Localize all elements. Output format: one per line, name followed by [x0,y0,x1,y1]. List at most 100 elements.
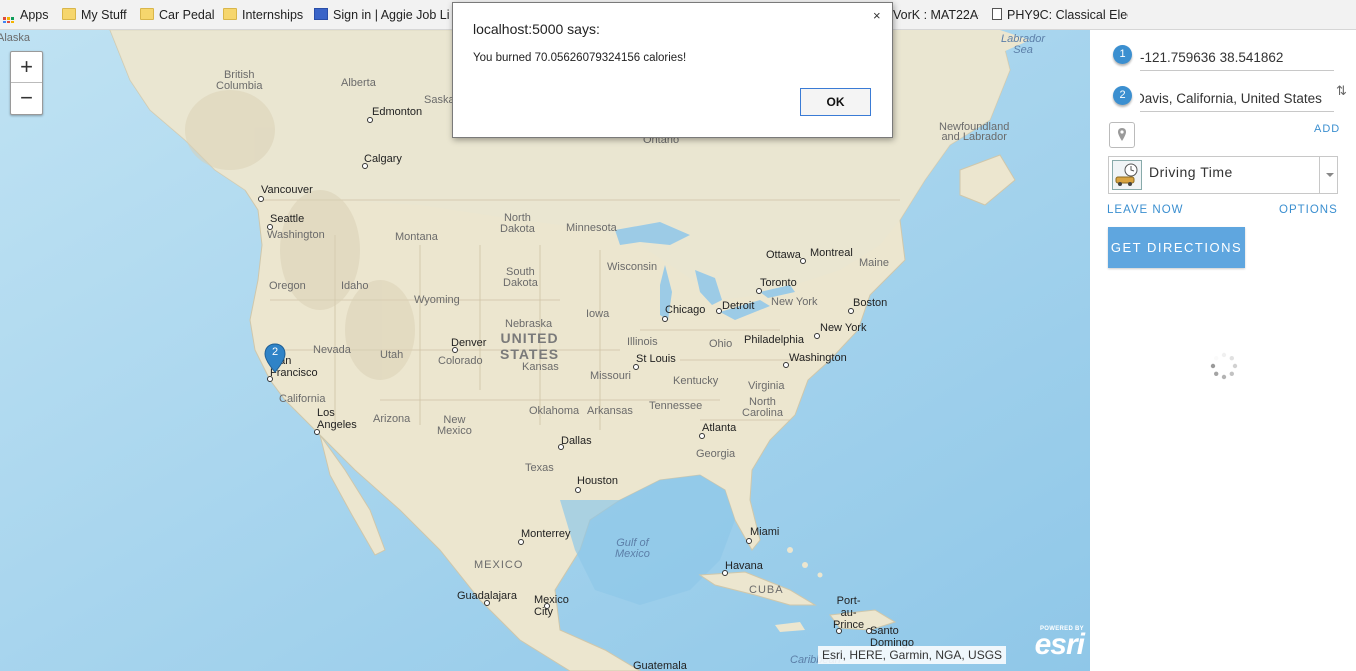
bookmark-label: PHY9C: Classical Elect [1007,8,1128,22]
region-label: North Dakota [500,212,535,235]
chevron-down-icon[interactable] [1319,157,1339,193]
country-label: MEXICO [474,559,524,571]
city-label: Guatemala [633,660,687,671]
region-label: Oregon [269,280,306,292]
region-label: Iowa [586,308,610,320]
region-label: Utah [380,349,404,361]
region-label: Oklahoma [529,405,580,417]
city-label: Los Angeles [317,407,357,431]
region-label: Georgia [696,448,736,460]
city-label: Calgary [364,153,402,165]
city-label: Atlanta [702,422,737,434]
region-label: Alaska [0,32,31,44]
driving-time-icon [1112,160,1142,190]
site-icon [314,8,328,20]
folder-icon [62,8,76,20]
location-pin-icon [1118,128,1126,141]
city-label: Ottawa [766,249,801,261]
add-stop-link[interactable]: ADD [1314,123,1340,135]
region-label: Wisconsin [607,261,658,273]
esri-brand-text: esri [1034,628,1085,661]
alert-dialog: localhost:5000 says: × You burned 70.056… [452,2,893,138]
get-directions-button[interactable]: GET DIRECTIONS [1108,227,1245,268]
route-stop-pin[interactable]: 2 [263,343,287,373]
bookmark-car-pedal[interactable]: Car Pedal [140,7,215,23]
folder-icon [140,8,154,20]
city-label: New York [820,322,867,334]
stop-badge: 1 [1113,45,1132,64]
city-label: Boston [853,297,888,309]
options-link[interactable]: OPTIONS [1279,204,1338,216]
region-label: Ohio [709,338,733,350]
page-icon [992,8,1002,20]
city-label: Detroit [722,300,755,312]
region-label: Newfoundland and Labrador [939,121,1010,143]
city-label: Dallas [561,435,592,447]
bookmark-mat22a[interactable]: VorK : MAT22A-F [893,7,979,23]
city-label: Havana [725,560,763,572]
stop-badge: 2 [1113,86,1132,105]
bookmark-apps[interactable]: Apps [3,7,49,23]
region-label: Tennessee [649,400,703,412]
city-label: Montreal [810,247,853,259]
region-label: New Mexico [437,414,472,437]
bookmark-label: Internships [242,8,304,22]
city-label: Toronto [760,277,797,289]
city-label: Seattle [270,213,305,225]
region-label: Nebraska [505,318,553,330]
region-label: Colorado [438,355,483,367]
zoom-in-button[interactable]: + [11,52,42,83]
apps-grid-icon [3,17,14,23]
leave-now-link[interactable]: LEAVE NOW [1107,204,1184,216]
city-label: Chicago [665,304,706,316]
region-label: Arizona [373,413,411,425]
city-label: Monterrey [521,528,571,540]
travel-mode-label: Driving Time [1149,164,1233,180]
region-label: Minnesota [566,222,617,234]
city-label: Denver [451,337,487,349]
region-label: Saska [424,94,455,106]
bookmark-label: VorK : MAT22A-F [893,8,979,22]
bookmark-aggie-job-link[interactable]: Sign in | Aggie Job Lin [314,7,450,23]
travel-mode-select[interactable]: Driving Time [1108,156,1338,194]
swap-stops-icon[interactable]: ⇅ [1336,83,1347,99]
bookmark-label: My Stuff [81,8,127,22]
region-label: Kansas [522,361,559,373]
city-marker [575,487,581,493]
bookmark-internships[interactable]: Internships [223,7,303,23]
bookmark-my-stuff[interactable]: My Stuff [62,7,127,23]
region-label: British Columbia [216,69,263,92]
zoom-out-button[interactable]: − [11,83,42,114]
loading-spinner-icon [1210,352,1238,380]
bookmark-label: Sign in | Aggie Job Lin [333,8,450,22]
region-label: Arkansas [587,405,633,417]
region-label: Alberta [341,77,376,89]
water-label: Gulf of Mexico [615,537,650,560]
country-label: CUBA [749,584,784,596]
map-attribution: Esri, HERE, Garmin, NGA, USGS [818,646,1007,664]
region-label: Missouri [590,370,631,382]
region-label: Texas [525,462,554,474]
region-label: Nevada [313,344,351,356]
add-stop-pin-button[interactable] [1109,122,1135,148]
region-label: North Carolina [742,396,783,419]
city-label: St Louis [636,353,676,365]
dialog-title: localhost:5000 says: [473,21,600,37]
region-label: Idaho [341,280,369,292]
bookmark-phy9c[interactable]: PHY9C: Classical Elect [992,7,1128,23]
water-label: Labrador Sea [1001,33,1046,56]
region-label: New York [771,296,818,308]
city-label: Philadelphia [744,334,804,346]
close-icon[interactable]: × [873,8,881,23]
stop-origin-input[interactable]: -121.759636 38.541862 [1140,46,1334,71]
city-label: Guadalajara [457,590,517,602]
region-label: South Dakota [503,266,538,289]
region-label: Virginia [748,380,785,392]
region-label: Maine [859,257,889,269]
esri-logo: POWERED BY esri [1022,626,1085,662]
region-label: Kentucky [673,375,719,387]
city-label: Houston [577,475,618,487]
zoom-control: + − [10,51,43,115]
ok-button[interactable]: OK [800,88,871,116]
stop-destination-input[interactable]: Davis, California, United States [1140,87,1334,112]
